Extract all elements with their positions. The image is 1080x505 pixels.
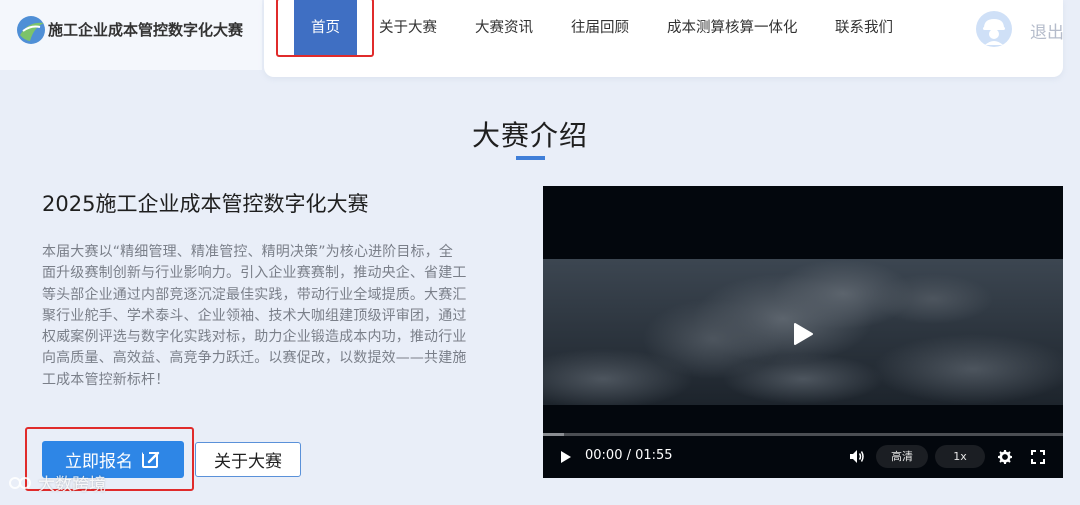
video-player[interactable]: 00:00 / 01:55 高清 1x <box>543 186 1063 478</box>
quality-selector[interactable]: 高清 <box>876 445 928 468</box>
description-line: 等头部企业通过内部竞逐沉淀最佳实践，带动行业全域提质。大赛汇 <box>42 286 467 303</box>
title-underline <box>516 156 545 160</box>
brand-name: 施工企业成本管控数字化大赛 <box>48 21 244 39</box>
description-line: 本届大赛以“精细管理、精准管控、精明决策”为核心进阶目标，全 <box>42 244 454 260</box>
video-time: 00:00 / 01:55 <box>585 448 673 463</box>
nav-review[interactable]: 往届回顾 <box>571 0 629 57</box>
section-title: 大赛介绍 <box>471 119 588 152</box>
brand-logo-icon <box>17 16 45 44</box>
brand-area[interactable]: 施工企业成本管控数字化大赛 <box>0 0 262 70</box>
nav-cost-integration[interactable]: 成本测算核算一体化 <box>667 0 798 57</box>
user-avatar-icon[interactable] <box>976 11 1012 47</box>
description-line: 工成本管控新标杆！ <box>42 371 170 388</box>
intro-heading: 2025施工企业成本管控数字化大赛 <box>42 192 369 216</box>
play-overlay-icon[interactable] <box>791 322 815 346</box>
edit-icon <box>142 451 160 468</box>
intro-description: 本届大赛以“精细管理、精准管控、精明决策”为核心进阶目标，全 面升级赛制创新与行… <box>42 242 482 391</box>
volume-icon[interactable] <box>849 449 865 464</box>
settings-gear-icon[interactable] <box>998 450 1012 464</box>
watermark: 大数跨境 <box>8 470 106 495</box>
logout-link[interactable]: 退出 <box>1030 18 1064 43</box>
top-header: 施工企业成本管控数字化大赛 首页 关于大赛 大赛资讯 往届回顾 成本测算核算一体… <box>0 0 1080 77</box>
watermark-logo-icon <box>9 476 31 489</box>
about-contest-button[interactable]: 关于大赛 <box>195 442 301 477</box>
video-progress-bar[interactable] <box>543 433 1063 436</box>
description-line: 权威案例评选与数字化实践对标，助力企业锻造成本内功，推动行业 <box>42 329 467 346</box>
nav-news[interactable]: 大赛资讯 <box>475 0 533 57</box>
video-controls: 00:00 / 01:55 高清 1x <box>543 442 1063 472</box>
description-line: 面升级赛制创新与行业影响力。引入企业赛赛制，推动央企、省建工 <box>42 265 467 282</box>
description-line: 聚行业舵手、学术泰斗、企业领袖、技术大咖组建顶级评审团，通过 <box>42 307 467 324</box>
nav-contact[interactable]: 联系我们 <box>835 0 893 57</box>
speed-selector[interactable]: 1x <box>935 445 985 468</box>
play-icon[interactable] <box>560 450 572 464</box>
watermark-text: 大数跨境 <box>38 475 106 495</box>
video-progress-fill <box>543 433 564 436</box>
nav-about[interactable]: 关于大赛 <box>379 0 437 57</box>
nav-home[interactable]: 首页 <box>294 0 357 57</box>
fullscreen-icon[interactable] <box>1031 450 1045 464</box>
register-button-label: 立即报名 <box>65 452 133 472</box>
description-line: 向高质量、高效益、高竞争力跃迁。以赛促改，以数提效——共建施 <box>42 350 467 367</box>
